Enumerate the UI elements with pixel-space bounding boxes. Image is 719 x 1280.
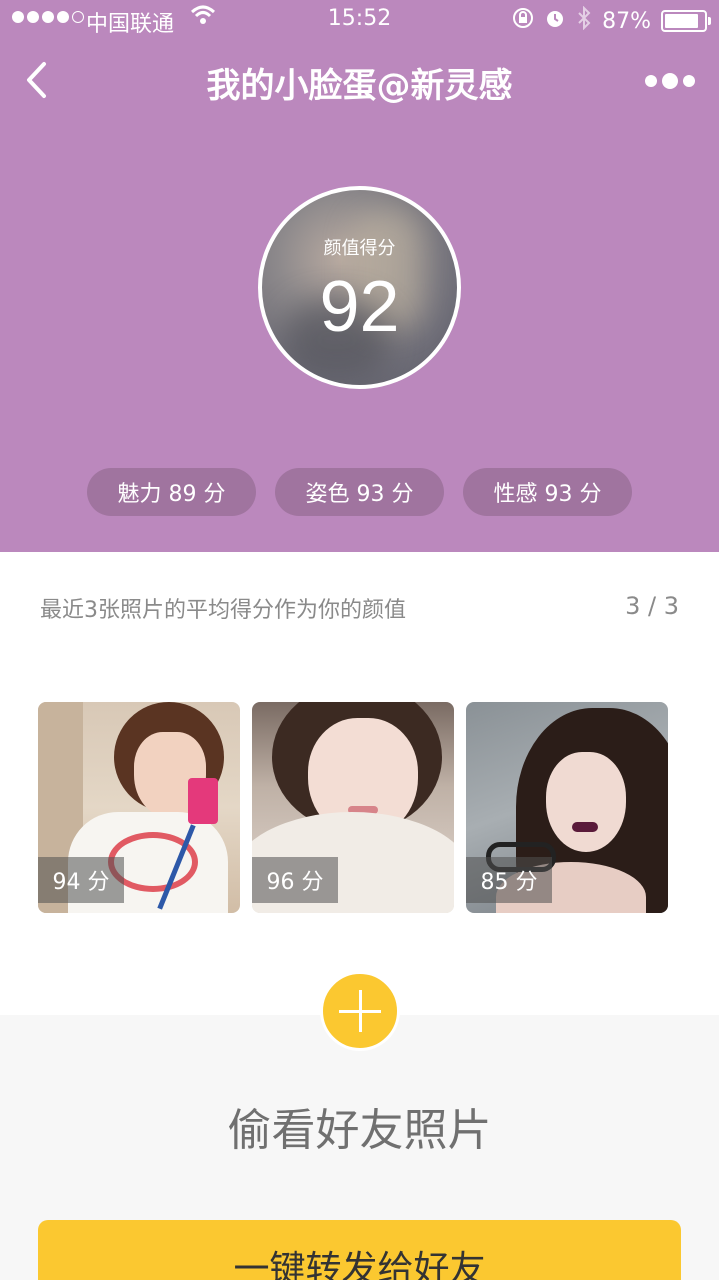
photo-score-tag: 94 分 <box>38 857 124 903</box>
sexy-score-pill: 性感 93 分 <box>463 468 632 516</box>
looks-score-pill: 姿色 93 分 <box>275 468 444 516</box>
profile-header: 中国联通 15:52 87% 我的小脸蛋@新灵感 颜值得分 92 魅力 89 分… <box>0 0 719 552</box>
photo-thumbnail-1[interactable]: 94 分 <box>38 702 240 913</box>
battery-icon <box>661 10 711 32</box>
lock-rotation-icon <box>512 7 534 35</box>
photo-info-text: 最近3张照片的平均得分作为你的颜值 <box>40 598 406 623</box>
more-button[interactable] <box>645 66 695 96</box>
status-bar: 中国联通 15:52 87% <box>0 0 719 40</box>
status-right: 87% <box>512 5 711 36</box>
score-value: 92 <box>319 267 400 347</box>
bluetooth-icon <box>576 5 592 36</box>
nav-bar: 我的小脸蛋@新灵感 <box>0 44 719 120</box>
score-label: 颜值得分 <box>323 238 396 259</box>
photo-score-tag: 96 分 <box>252 857 338 903</box>
add-photo-button[interactable] <box>320 971 400 1051</box>
app-screen: 中国联通 15:52 87% 我的小脸蛋@新灵感 颜值得分 92 魅力 89 分… <box>0 0 719 1280</box>
photo-score-tag: 85 分 <box>466 857 552 903</box>
photo-thumbnail-2[interactable]: 96 分 <box>252 702 454 913</box>
charm-score-pill: 魅力 89 分 <box>87 468 256 516</box>
photo-thumbnail-3[interactable]: 85 分 <box>466 702 668 913</box>
peek-friends-title: 偷看好友照片 <box>227 1105 492 1156</box>
sub-score-pills: 魅力 89 分 姿色 93 分 性感 93 分 <box>0 468 719 516</box>
page-title: 我的小脸蛋@新灵感 <box>206 66 513 106</box>
forward-to-friends-button[interactable]: 一键转发给好友 <box>38 1220 681 1280</box>
score-avatar: 颜值得分 92 <box>258 186 461 389</box>
photo-count: 3 / 3 <box>625 592 679 620</box>
alarm-icon <box>544 7 566 35</box>
more-dots-icon <box>645 75 657 87</box>
battery-percent: 87% <box>602 8 651 34</box>
